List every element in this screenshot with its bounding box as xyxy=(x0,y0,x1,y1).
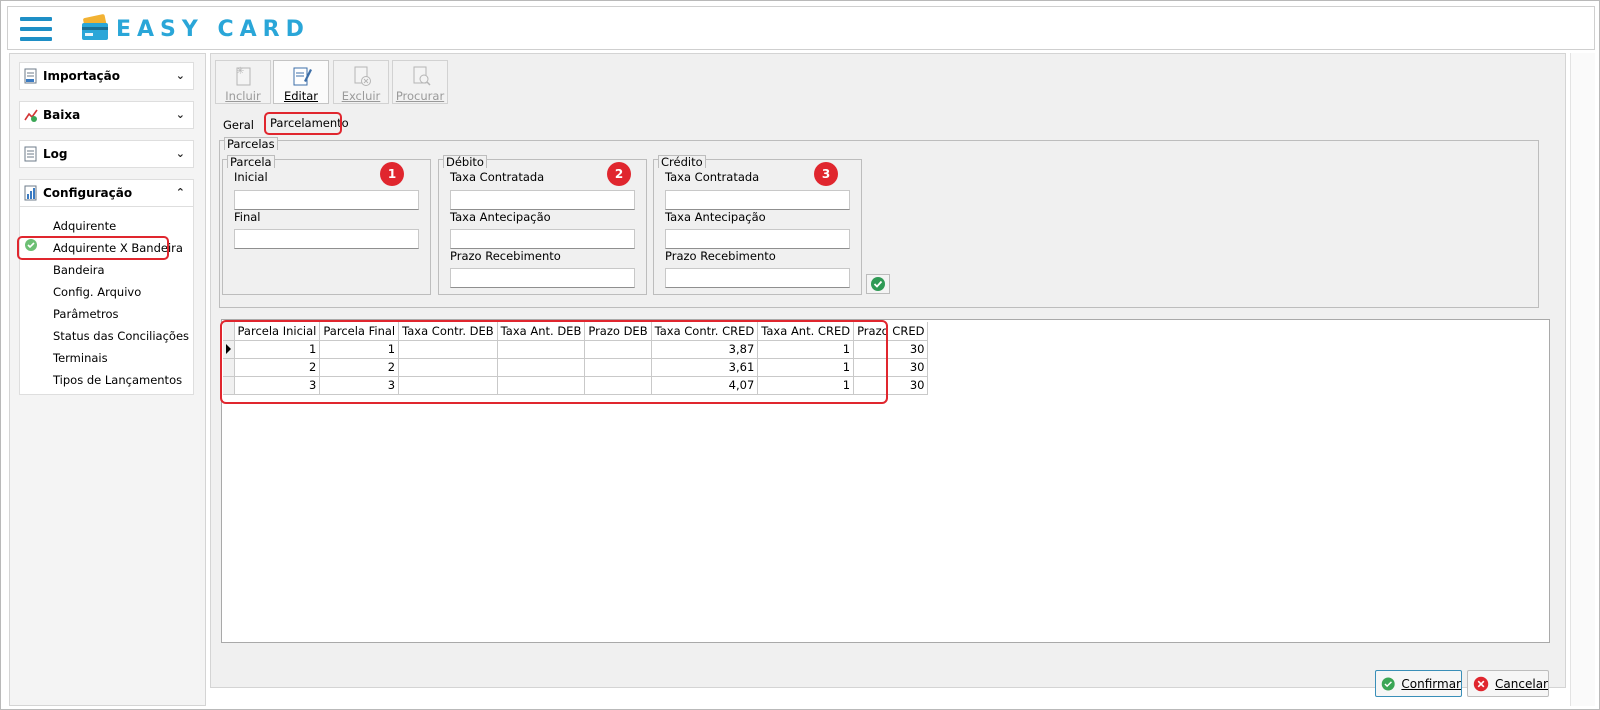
debito-taxa-antecipacao-input[interactable] xyxy=(450,229,635,249)
grid-highlight xyxy=(220,320,888,404)
credito-prazo-recebimento-input[interactable] xyxy=(665,268,850,288)
import-doc-icon xyxy=(24,68,37,84)
group-title: Crédito xyxy=(658,155,706,168)
sidebar-section-importacao[interactable]: Importação ⌄ xyxy=(19,62,194,90)
cancel-circle-icon xyxy=(1473,676,1489,691)
cancelar-button[interactable]: Cancelar xyxy=(1467,670,1549,697)
editar-button[interactable]: Editar xyxy=(273,60,329,104)
apply-check-button[interactable] xyxy=(866,274,890,294)
step-badge: 2 xyxy=(607,162,631,186)
step-badge: 1 xyxy=(380,162,404,186)
final-label: Final xyxy=(234,210,261,224)
credito-taxa-contratada-input[interactable] xyxy=(665,190,850,210)
taxa-antecipacao-label: Taxa Antecipação xyxy=(665,210,766,224)
confirmar-button[interactable]: Confirmar xyxy=(1375,670,1462,697)
step-badge: 3 xyxy=(814,162,838,186)
parcelas-group: Parcelas Parcela Inicial Final 1 Débito … xyxy=(219,137,1539,308)
menu-icon[interactable] xyxy=(20,15,52,43)
sidebar-item-config-arquivo[interactable]: Config. Arquivo xyxy=(53,285,141,299)
group-title: Débito xyxy=(443,155,487,168)
sidebar-item-status-conciliacoes[interactable]: Status das Conciliações xyxy=(53,329,189,343)
edit-doc-icon xyxy=(293,67,312,86)
chevron-double-up-icon: ⌃ xyxy=(175,186,185,199)
chevron-double-down-icon: ⌄ xyxy=(175,147,185,160)
sidebar-section-label: Log xyxy=(43,147,68,161)
card-logo-icon xyxy=(82,14,108,40)
logo: EASY CARD xyxy=(80,13,310,45)
sidebar-section-log[interactable]: Log ⌄ xyxy=(19,140,194,168)
credito-group: Crédito Taxa Contratada Taxa Antecipação… xyxy=(653,155,862,295)
search-doc-icon xyxy=(413,66,431,86)
selected-item-highlight xyxy=(17,236,169,260)
parcela-final-input[interactable] xyxy=(234,229,419,249)
svg-text:✳: ✳ xyxy=(236,66,244,77)
prazo-recebimento-label: Prazo Recebimento xyxy=(450,249,561,263)
check-icon xyxy=(871,277,885,291)
baixa-chart-icon xyxy=(24,109,38,122)
sidebar: Importação ⌄ Baixa ⌄ Log ⌄ Configuração … xyxy=(9,53,206,706)
debito-taxa-contratada-input[interactable] xyxy=(450,190,635,210)
incluir-button[interactable]: ✳ Incluir xyxy=(215,60,271,104)
toolbar: ✳ Incluir Editar Excluir Procurar xyxy=(215,60,450,105)
excluir-button[interactable]: Excluir xyxy=(333,60,389,104)
sidebar-section-baixa[interactable]: Baixa ⌄ xyxy=(19,101,194,129)
delete-doc-icon xyxy=(354,66,371,86)
tab-geral[interactable]: Geral xyxy=(223,118,254,132)
logo-text: EASY CARD xyxy=(116,16,310,42)
sidebar-section-label: Baixa xyxy=(43,108,81,122)
sidebar-item-bandeira[interactable]: Bandeira xyxy=(53,263,105,277)
debito-prazo-recebimento-input[interactable] xyxy=(450,268,635,288)
group-title: Parcela xyxy=(227,155,275,168)
group-title: Parcelas xyxy=(224,137,278,150)
chevron-double-down-icon: ⌄ xyxy=(175,108,185,121)
sidebar-section-label: Importação xyxy=(43,69,121,83)
add-doc-icon: ✳ xyxy=(236,66,251,86)
sidebar-item-parametros[interactable]: Parâmetros xyxy=(53,307,119,321)
procurar-button[interactable]: Procurar xyxy=(392,60,448,104)
sidebar-section-label: Configuração xyxy=(43,186,133,200)
config-icon xyxy=(24,185,37,201)
sidebar-section-configuracao[interactable]: Configuração ⌃ xyxy=(19,179,194,207)
scrollbar[interactable] xyxy=(1570,53,1595,706)
taxa-antecipacao-label: Taxa Antecipação xyxy=(450,210,551,224)
check-circle-icon xyxy=(1381,677,1395,690)
chevron-double-down-icon: ⌄ xyxy=(175,69,185,82)
credito-taxa-antecipacao-input[interactable] xyxy=(665,229,850,249)
sidebar-item-terminais[interactable]: Terminais xyxy=(53,351,108,365)
inicial-label: Inicial xyxy=(234,170,268,184)
parcela-inicial-input[interactable] xyxy=(234,190,419,210)
tab-highlight xyxy=(264,112,342,135)
sidebar-item-adquirente[interactable]: Adquirente xyxy=(53,219,116,233)
taxa-contratada-label: Taxa Contratada xyxy=(665,170,760,184)
prazo-recebimento-label: Prazo Recebimento xyxy=(665,249,776,263)
app-window: EASY CARD Importação ⌄ Baixa ⌄ Log ⌄ Con… xyxy=(0,0,1600,710)
sidebar-item-tipos-lancamentos[interactable]: Tipos de Lançamentos xyxy=(53,373,182,387)
selected-check-icon xyxy=(25,239,37,251)
parcela-group: Parcela Inicial Final 1 xyxy=(222,155,431,295)
debito-group: Débito Taxa Contratada Taxa Antecipação … xyxy=(438,155,647,295)
log-doc-icon xyxy=(24,146,37,162)
header-bar: EASY CARD xyxy=(7,6,1595,50)
taxa-contratada-label: Taxa Contratada xyxy=(450,170,545,184)
